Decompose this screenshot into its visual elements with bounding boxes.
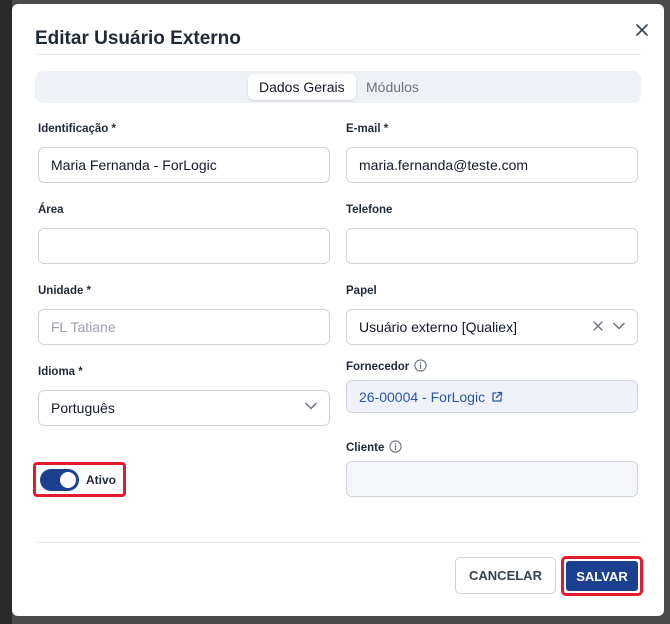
save-button[interactable]: SALVAR: [566, 561, 638, 591]
ativo-label: Ativo: [86, 472, 116, 487]
area-input[interactable]: [38, 228, 330, 264]
fornecedor-label-text: Fornecedor: [346, 361, 410, 373]
cliente-label-text: Cliente: [346, 442, 385, 454]
identificacao-value: Maria Fernanda - ForLogic: [51, 157, 217, 173]
unidade-input[interactable]: FL Tatiane: [38, 309, 330, 345]
chevron-down-icon: [305, 402, 317, 410]
status-toggle-highlight: Ativo: [33, 462, 126, 497]
telefone-label: Telefone: [346, 204, 393, 216]
toggle-knob: [60, 471, 76, 488]
chevron-down-icon: [613, 322, 625, 330]
tab-bar: Dados Gerais Módulos: [35, 71, 641, 103]
page-backdrop: [0, 0, 12, 624]
fornecedor-field: 26-00004 - ForLogic: [346, 380, 638, 413]
close-icon: [636, 24, 648, 36]
email-value: maria.fernanda@teste.com: [359, 157, 529, 173]
idioma-value: Português: [51, 400, 115, 416]
papel-label: Papel: [346, 285, 377, 297]
info-icon: [389, 440, 402, 453]
tab-dados-gerais[interactable]: Dados Gerais: [248, 74, 356, 100]
info-icon: [414, 359, 427, 372]
identificacao-label: Identificação *: [38, 123, 116, 135]
papel-select[interactable]: Usuário externo [Qualiex]: [346, 309, 638, 345]
cancel-button[interactable]: CANCELAR: [455, 557, 556, 594]
email-input[interactable]: maria.fernanda@teste.com: [346, 147, 638, 183]
edit-external-user-dialog: Editar Usuário Externo Dados Gerais Módu…: [12, 4, 664, 616]
clear-icon[interactable]: [593, 321, 603, 331]
ativo-toggle[interactable]: [40, 468, 79, 491]
idioma-label: Idioma *: [38, 366, 83, 378]
external-link-icon[interactable]: [491, 391, 503, 403]
close-button[interactable]: [632, 20, 652, 40]
tab-modulos[interactable]: Módulos: [355, 74, 430, 100]
papel-value: Usuário externo [Qualiex]: [359, 319, 517, 335]
save-button-highlight: SALVAR: [561, 556, 643, 596]
telefone-input[interactable]: [346, 228, 638, 264]
dialog-title: Editar Usuário Externo: [35, 28, 241, 49]
cliente-label: Cliente: [346, 440, 402, 454]
unidade-placeholder: FL Tatiane: [51, 319, 116, 335]
identificacao-input[interactable]: Maria Fernanda - ForLogic: [38, 147, 330, 183]
email-label: E-mail *: [346, 123, 389, 135]
idioma-select[interactable]: Português: [38, 390, 330, 426]
fornecedor-link[interactable]: 26-00004 - ForLogic: [359, 389, 485, 405]
unidade-label: Unidade *: [38, 285, 92, 297]
footer-divider: [35, 542, 641, 543]
area-label: Área: [38, 204, 64, 216]
fornecedor-label: Fornecedor: [346, 359, 427, 373]
cliente-field: [346, 461, 638, 497]
header-divider: [35, 54, 641, 55]
